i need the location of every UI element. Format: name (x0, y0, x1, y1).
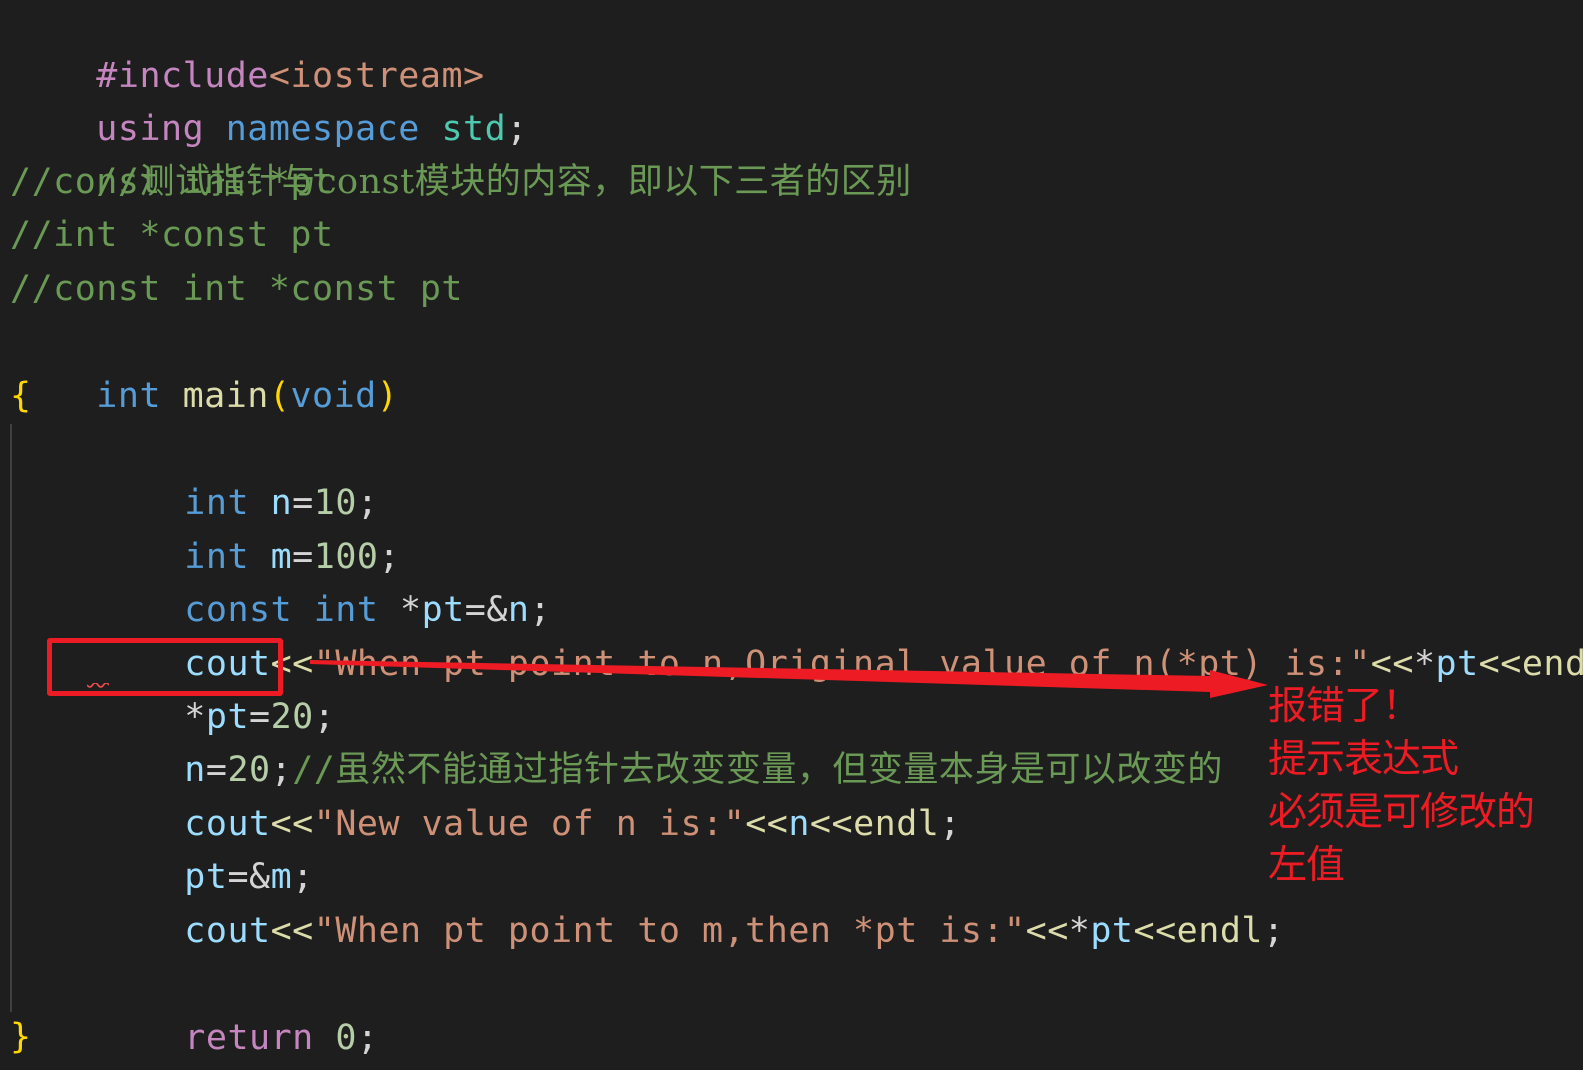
note-line: 报错了！ (1268, 684, 1421, 729)
param-void: void (290, 375, 377, 416)
keyword-return: return (184, 1017, 314, 1058)
indent-guide (10, 424, 12, 1012)
return-type: int (96, 375, 162, 416)
code-line-return: return 0; (98, 958, 378, 1058)
number-literal: 0 (335, 1017, 357, 1058)
operator: << (1478, 643, 1522, 684)
semicolon: ; (356, 1017, 379, 1058)
stream-cout: cout (184, 910, 271, 951)
code-line-include: #include<iostream> (10, 0, 485, 96)
code-line-cout-2: cout<<"New value of n is:"<<n<<endl; (98, 744, 961, 844)
annotation-note: 报错了！ 提示表达式 必须是可修改的 左值 (1268, 680, 1535, 892)
code-line-comment-1: //测试指针与const模块的内容，即以下三者的区别 (10, 102, 912, 202)
code-line-cout-3: cout<<"When pt point to m,then *pt is:"<… (98, 851, 1285, 951)
code-line-comment-3: //int *const pt (10, 215, 334, 255)
operator: << (1133, 910, 1177, 951)
code-line-comment-4: //const int *const pt (10, 269, 464, 309)
operator: << (1370, 643, 1414, 684)
string-literal: "When pt point to m,then *pt is:" (313, 910, 1026, 951)
code-line-reassign-pt: pt=&m; (98, 797, 314, 897)
code-line-open-brace: { (10, 376, 32, 416)
error-highlight-box (47, 638, 283, 696)
deref-star: * (1068, 910, 1091, 951)
code-line-main: int main(void) (10, 316, 398, 416)
function-name: main (182, 375, 269, 416)
annotation-arrow-icon (310, 660, 1268, 698)
operator: << (270, 910, 314, 951)
note-line: 必须是可修改的 (1268, 790, 1535, 835)
note-line: 左值 (1268, 843, 1345, 888)
code-line-decl-n: int n=10; (98, 423, 378, 523)
code-line-decl-pt: const int *pt=&n; (98, 530, 551, 630)
code-editor[interactable]: #include<iostream> using namespace std; … (0, 0, 1583, 1070)
operator: << (809, 803, 854, 844)
variable: pt (1090, 910, 1134, 951)
string-literal: "New value of n is:" (313, 803, 746, 844)
code-line-cout-1: cout<<"When pt point to n,Original value… (98, 584, 1583, 684)
close-paren: ) (376, 375, 399, 416)
endl: endl (1521, 643, 1583, 684)
variable: n (788, 803, 810, 844)
semicolon: ; (939, 803, 961, 844)
code-line-decl-m: int m=100; (98, 477, 400, 577)
endl: endl (853, 803, 940, 844)
semicolon: ; (1262, 910, 1285, 951)
operator: << (745, 803, 789, 844)
endl: endl (1176, 910, 1263, 951)
variable: pt (1435, 643, 1479, 684)
deref-star: * (1413, 643, 1436, 684)
open-paren: ( (268, 375, 291, 416)
note-line: 提示表达式 (1268, 737, 1459, 782)
code-line-close-brace: } (10, 1017, 32, 1057)
operator: << (1025, 910, 1069, 951)
code-line-comment-2: //const int *pt (10, 162, 334, 202)
code-line-using: using namespace std; (10, 49, 528, 149)
